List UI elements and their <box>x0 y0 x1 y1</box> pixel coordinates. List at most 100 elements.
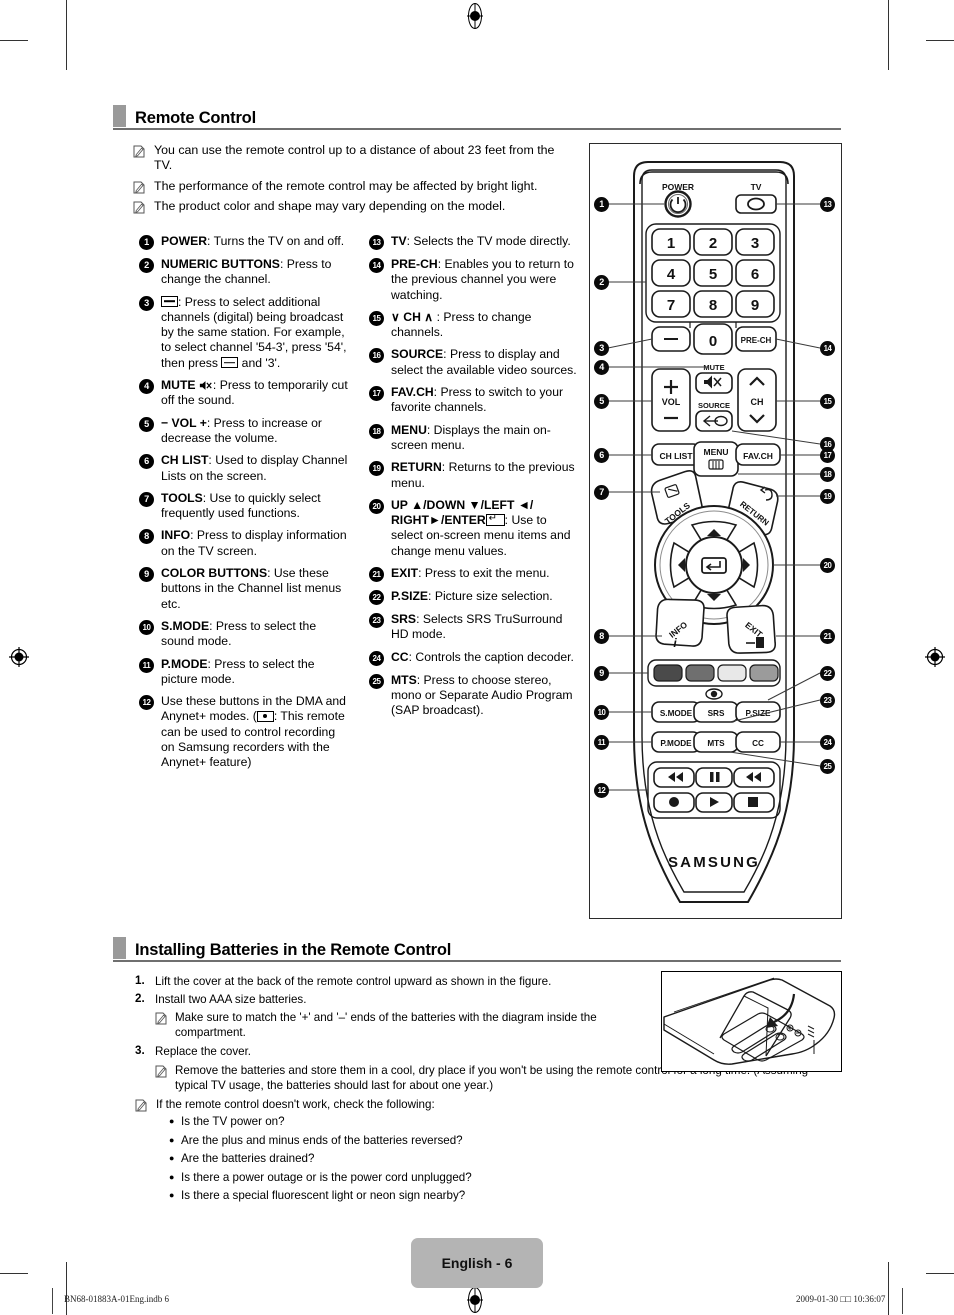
remote-control-figure: .ol{fill:#fff;stroke:#1a1a1a;stroke-widt… <box>589 143 842 919</box>
footer-rule-left <box>52 1288 53 1314</box>
legend-item-14: 14 PRE-CH: Enables you to return to the … <box>369 257 577 303</box>
manual-page: Remote Control You can use the remote co… <box>0 0 954 1315</box>
legend-item-16: 16 SOURCE: Press to display and select t… <box>369 347 577 378</box>
svg-text:SOURCE: SOURCE <box>698 401 730 410</box>
legend-item-23: 23 SRS: Selects SRS TruSurround HD mode. <box>369 612 577 643</box>
legend-label: PRE-CH <box>391 257 438 271</box>
legend-text: INFO: Press to display information on th… <box>161 528 347 558</box>
callout-number: 3 <box>139 295 154 311</box>
battery-notes-wide: Remove the batteries and store them in a… <box>135 1062 835 1207</box>
legend-label: POWER <box>161 234 208 248</box>
svg-text:VOL: VOL <box>662 397 681 407</box>
list-item-text: Is there a special fluorescent light or … <box>181 1189 466 1202</box>
callout-number: 1 <box>139 235 154 250</box>
note-item: You can use the remote control up to a d… <box>133 143 563 173</box>
legend-text: CH LIST: Used to display Channel Lists o… <box>161 453 348 483</box>
svg-text:MTS: MTS <box>707 739 725 748</box>
legend-text: MUTE : Press to temporarily cut off the … <box>161 378 349 409</box>
legend-item-9: 9 COLOR BUTTONS: Use these buttons in th… <box>139 566 349 612</box>
figure-callout-14: 14 <box>820 341 835 356</box>
step-text: Install two AAA size batteries. <box>155 993 307 1006</box>
crop-mark-left-bottom <box>0 1273 28 1274</box>
bullet-dot: ● <box>169 1116 175 1126</box>
figure-callout-17: 17 <box>820 448 835 463</box>
legend-item-3: 3 : Press to select additional channels … <box>139 295 349 371</box>
dash-key-icon <box>161 295 178 307</box>
legend-text: PRE-CH: Enables you to return to the pre… <box>391 257 574 302</box>
figure-callout-22: 22 <box>820 666 835 681</box>
legend-text: RETURN: Returns to the previous menu. <box>391 460 575 490</box>
svg-text:3: 3 <box>751 235 759 252</box>
troubleshoot-intro: If the remote control doesn't work, chec… <box>135 1097 835 1112</box>
legend-text: ∨ CH ∧ : Press to change channels. <box>391 309 532 340</box>
legend-column-right: 13 TV: Selects the TV mode directly. 14 … <box>369 234 577 726</box>
crop-mark-right-top <box>926 40 954 41</box>
legend-label: FAV.CH <box>391 385 434 400</box>
legend-label: COLOR BUTTONS <box>161 566 268 581</box>
figure-callout-1: 1 <box>594 197 609 212</box>
list-item-text: Are the batteries drained? <box>181 1152 315 1165</box>
legend-desc: Picture size selection. <box>434 589 553 604</box>
legend-text: − VOL +: Press to increase or decrease t… <box>161 416 349 447</box>
callout-number: 2 <box>139 258 154 273</box>
callout-number: 10 <box>139 619 154 635</box>
svg-text:9: 9 <box>751 297 759 314</box>
callout-number: 25 <box>369 673 384 689</box>
callout-number: 14 <box>369 258 384 273</box>
svg-text:CC: CC <box>752 739 764 748</box>
registration-mark-top <box>466 3 484 29</box>
callout-number: 17 <box>369 386 384 402</box>
legend-label: TV <box>391 234 407 248</box>
legend-text: TV: Selects the TV mode directly. <box>391 234 571 248</box>
callout-number: 23 <box>369 613 384 629</box>
crop-mark-right-bottom <box>926 1273 954 1274</box>
legend-text: Use these buttons in the DMA and Anynet+… <box>161 694 349 770</box>
legend-item-6: 6 CH LIST: Used to display Channel Lists… <box>139 453 349 484</box>
page-title: Remote Control <box>135 108 256 127</box>
callout-number: 21 <box>369 567 384 583</box>
step-number: 2. <box>135 992 145 1005</box>
callout-number: 6 <box>139 454 154 470</box>
legend-text: : Press to select additional channels (d… <box>161 295 349 371</box>
step-number: 1. <box>135 974 145 987</box>
legend-item-1: 1 POWER: Turns the TV on and off. <box>139 234 349 250</box>
step-text: Replace the cover. <box>155 1045 252 1058</box>
legend-text: UP ▲/DOWN ▼/LEFT ◄/ RIGHT►/ENTER: Use to… <box>391 498 577 559</box>
figure-callout-25: 25 <box>820 759 835 774</box>
legend-label: SOURCE <box>391 347 444 362</box>
legend-label: CC <box>391 649 409 664</box>
legend-text: MENU: Displays the main on-screen menu. <box>391 422 551 452</box>
record-key-icon <box>256 710 274 722</box>
legend-item-8: 8 INFO: Press to display information on … <box>139 528 349 559</box>
legend-item-10: 10 S.MODE: Press to select the sound mod… <box>139 619 349 650</box>
note-text: You can use the remote control up to a d… <box>154 143 555 172</box>
figure-callout-6: 6 <box>594 448 609 463</box>
troubleshoot-list: ● Is the TV power on? ● Are the plus and… <box>169 1114 835 1203</box>
callout-number: 5 <box>139 416 154 432</box>
svg-text:S.MODE: S.MODE <box>660 709 693 718</box>
legend-label: MTS <box>391 672 417 687</box>
note-text: Make sure to match the '+' and '–' ends … <box>175 1011 597 1039</box>
bullet-dot: ● <box>169 1171 175 1182</box>
legend-text: P.MODE: Press to select the picture mode… <box>161 656 315 686</box>
registration-mark-bottom <box>466 1287 484 1313</box>
legend-label: ∨ CH ∧ <box>391 309 434 324</box>
callout-number: 7 <box>139 491 154 507</box>
legend-label: NUMERIC BUTTONS <box>161 257 280 271</box>
figure-callout-10: 10 <box>594 705 609 720</box>
legend-item-11: 11 P.MODE: Press to select the picture m… <box>139 657 349 688</box>
svg-text:7: 7 <box>667 297 675 314</box>
legend-text: SOURCE: Press to display and select the … <box>391 347 577 377</box>
list-item: ● Is the TV power on? <box>169 1114 835 1129</box>
legend-item-2: 2 NUMERIC BUTTONS: Press to change the c… <box>139 257 349 288</box>
figure-callout-18: 18 <box>820 467 835 482</box>
intro-notes: You can use the remote control up to a d… <box>133 143 563 220</box>
legend-text: CC: Controls the caption decoder. <box>391 649 574 664</box>
note-text: The performance of the remote control ma… <box>154 178 538 193</box>
legend-text: EXIT: Press to exit the menu. <box>391 566 550 581</box>
note-icon <box>155 1065 167 1078</box>
note-item: The product color and shape may vary dep… <box>133 199 563 214</box>
note-icon <box>133 201 145 214</box>
legend-text: P.SIZE: Picture size selection. <box>391 589 553 604</box>
legend-column-left: 1 POWER: Turns the TV on and off. 2 NUME… <box>139 234 349 778</box>
